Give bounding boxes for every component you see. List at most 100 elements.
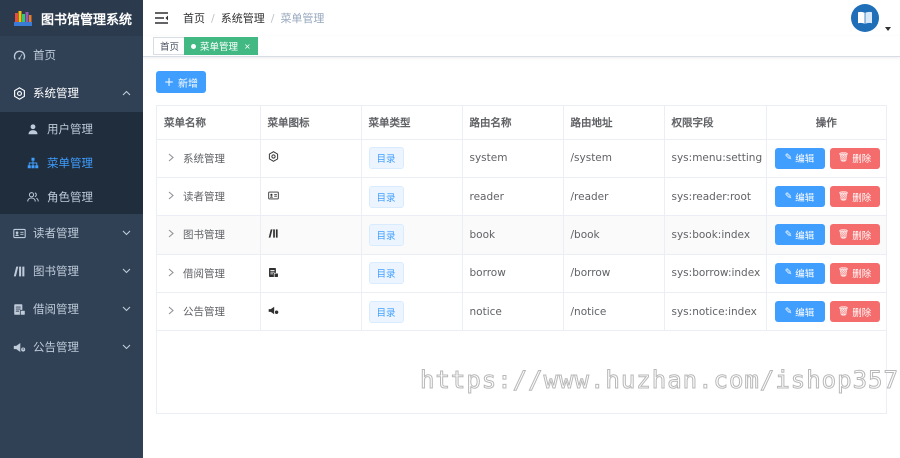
breadcrumb-item-current: 菜单管理: [280, 12, 325, 25]
avatar[interactable]: [851, 4, 879, 32]
sidebar-item-book[interactable]: 图书管理: [0, 252, 143, 290]
chevron-down-icon: [121, 304, 131, 314]
add-button[interactable]: + 新增: [156, 71, 206, 93]
edit-button[interactable]: ✎ 编辑: [774, 262, 825, 284]
route-path: /book: [563, 215, 665, 255]
breadcrumb-item-home[interactable]: 首页: [183, 10, 205, 26]
watermark: https://www.huzhan.com/ishop3572: [419, 366, 900, 395]
sidebar-item-label: 角色管理: [47, 190, 93, 204]
sidebar-item-menu-management[interactable]: 菜单管理: [0, 146, 143, 180]
table-row: 系统管理 目录 system /system sys:menu:setting …: [157, 139, 886, 178]
edit-icon: ✎: [784, 268, 793, 279]
sidebar-item-role-management[interactable]: 角色管理: [0, 180, 143, 214]
sidebar-item-label: 菜单管理: [47, 156, 93, 170]
sidebar-item-label: 系统管理: [33, 86, 79, 100]
table-row: 公告管理 目录 notice /notice sys:notice:index …: [157, 292, 886, 332]
delete-label: 删除: [852, 269, 872, 281]
trash-icon: 🗑: [837, 153, 850, 164]
book-icon: [12, 264, 26, 278]
sidebar-item-label: 公告管理: [33, 340, 79, 354]
menu-type-tag: 目录: [368, 185, 404, 208]
chevron-up-icon: [121, 88, 131, 98]
table-row: 读者管理 目录 reader /reader sys:reader:root ✎…: [157, 177, 886, 217]
sidebar-item-label: 图书管理: [33, 264, 79, 278]
sidebar-item-system[interactable]: 系统管理: [0, 74, 143, 112]
expand-arrow-icon[interactable]: [168, 191, 176, 203]
breadcrumb-separator: /: [211, 11, 215, 25]
sidebar-item-user-management[interactable]: 用户管理: [0, 112, 143, 146]
navbar: 首页 / 系统管理 / 菜单管理: [143, 0, 900, 36]
sidebar-item-notice[interactable]: 公告管理: [0, 328, 143, 366]
trash-icon: 🗑: [837, 268, 850, 279]
table-header-row: 菜单名称 菜单图标 菜单类型 路由名称 路由地址 权限字段 操作: [157, 106, 886, 140]
edit-icon: ✎: [784, 229, 793, 240]
borrow-icon: [268, 266, 280, 278]
delete-button[interactable]: 🗑 删除: [829, 301, 880, 323]
expand-arrow-icon[interactable]: [168, 306, 176, 318]
menu-name: 系统管理: [183, 152, 225, 165]
permission: sys:borrow:index: [664, 254, 767, 294]
chevron-down-icon: [121, 342, 131, 352]
submenu-system: 用户管理 菜单管理 角色管理: [0, 112, 143, 214]
edit-icon: ✎: [784, 306, 793, 317]
tag-menu-management[interactable]: 菜单管理 ×: [184, 37, 258, 55]
user-icon: [26, 122, 40, 136]
route-name: system: [462, 139, 564, 178]
route-path: /notice: [563, 292, 665, 332]
sidebar-item-home[interactable]: 首页: [0, 36, 143, 74]
table-row: 借阅管理 目录 borrow /borrow sys:borrow:index …: [157, 254, 886, 294]
menu-type-tag: 目录: [368, 223, 404, 246]
column-header: 菜单图标: [260, 106, 362, 140]
hamburger-menu-icon[interactable]: [154, 11, 168, 25]
route-name: notice: [462, 292, 564, 332]
edit-label: 编辑: [795, 192, 815, 204]
plus-icon: +: [163, 75, 175, 89]
menu-name: 读者管理: [183, 191, 225, 204]
breadcrumb-item-system[interactable]: 系统管理: [221, 10, 265, 26]
add-button-label: 新增: [178, 78, 199, 90]
trash-icon: 🗑: [837, 229, 850, 240]
menu-name: 借阅管理: [183, 267, 225, 280]
delete-button[interactable]: 🗑 删除: [829, 186, 880, 208]
sidebar-item-label: 用户管理: [47, 122, 93, 136]
edit-button[interactable]: ✎ 编辑: [774, 147, 825, 169]
menu-type-tag: 目录: [368, 300, 404, 323]
notice-icon: [12, 340, 26, 354]
tag-label: 菜单管理: [200, 42, 239, 53]
route-path: /system: [563, 139, 665, 178]
sidebar-item-label: 首页: [33, 48, 56, 62]
expand-arrow-icon[interactable]: [168, 268, 176, 280]
route-path: /borrow: [563, 254, 665, 294]
delete-label: 删除: [852, 307, 872, 319]
breadcrumb: 首页 / 系统管理 / 菜单管理: [183, 10, 324, 26]
tag-home[interactable]: 首页: [153, 37, 187, 55]
edit-icon: ✎: [784, 191, 793, 202]
menu-name: 图书管理: [183, 229, 225, 242]
borrow-icon: [12, 302, 26, 316]
close-icon[interactable]: ×: [244, 42, 251, 51]
edit-button[interactable]: ✎ 编辑: [774, 224, 825, 246]
library-logo-icon: [12, 7, 34, 29]
column-header: 路由名称: [462, 106, 564, 140]
sidebar-item-borrow[interactable]: 借阅管理: [0, 290, 143, 328]
permission: sys:reader:root: [664, 177, 767, 217]
expand-arrow-icon[interactable]: [168, 229, 176, 241]
delete-button[interactable]: 🗑 删除: [829, 147, 880, 169]
delete-button[interactable]: 🗑 删除: [829, 262, 880, 284]
chevron-down-icon: [121, 228, 131, 238]
edit-icon: ✎: [784, 153, 793, 164]
chevron-down-icon: [121, 266, 131, 276]
delete-button[interactable]: 🗑 删除: [829, 224, 880, 246]
edit-button[interactable]: ✎ 编辑: [774, 301, 825, 323]
column-header: 路由地址: [563, 106, 665, 140]
caret-down-icon[interactable]: [885, 21, 891, 31]
system-icon: [12, 86, 26, 100]
reader-icon: [268, 189, 280, 201]
column-header: 操作: [766, 106, 886, 140]
edit-button[interactable]: ✎ 编辑: [774, 186, 825, 208]
trash-icon: 🗑: [837, 191, 850, 202]
sidebar-item-reader[interactable]: 读者管理: [0, 214, 143, 252]
expand-arrow-icon[interactable]: [168, 153, 176, 165]
brand: 图书馆管理系统: [0, 0, 143, 36]
trash-icon: 🗑: [837, 306, 850, 317]
